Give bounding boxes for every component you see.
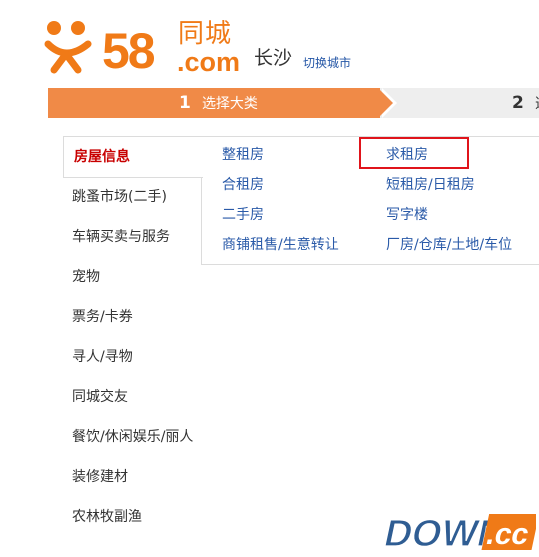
logo-number: 58 (102, 23, 156, 79)
step-1-number: 1 (179, 93, 191, 113)
category-list: 房屋信息 跳蚤市场(二手) 车辆买卖与服务 宠物 票务/卡券 寻人/寻物 同城交… (63, 136, 203, 525)
step-arrow-icon (378, 88, 393, 118)
category-item-agriculture[interactable]: 农林牧副渔 (72, 508, 142, 526)
category-item-housing[interactable]: 房屋信息 (63, 136, 203, 178)
category-item-vehicles[interactable]: 车辆买卖与服务 (72, 228, 170, 246)
step-2-number: 2 (512, 93, 524, 113)
watermark-suffix: .cc (483, 518, 532, 551)
category-item-dining[interactable]: 餐饮/休闲娱乐/丽人 (72, 428, 193, 446)
down-cc-watermark-logo: DOWN .cc (380, 512, 536, 552)
subcategory-shop-transfer[interactable]: 商铺租售/生意转让 (222, 236, 339, 254)
category-item-tickets[interactable]: 票务/卡券 (72, 308, 133, 326)
step-2: 2 选 (512, 88, 539, 118)
switch-city-link[interactable]: 切换城市 (303, 56, 351, 70)
category-item-lost-found[interactable]: 寻人/寻物 (72, 348, 133, 366)
category-item-dating[interactable]: 同城交友 (72, 388, 128, 406)
subcategory-second-hand-house[interactable]: 二手房 (222, 206, 264, 224)
subcategory-short-rent[interactable]: 短租房/日租房 (386, 176, 475, 194)
step-1-active: 1 选择大类 (48, 88, 380, 118)
category-item-decoration[interactable]: 装修建材 (72, 468, 128, 486)
subcategory-factory-land[interactable]: 厂房/仓库/土地/车位 (386, 236, 512, 254)
subcategory-office[interactable]: 写字楼 (386, 206, 428, 224)
category-item-flea-market[interactable]: 跳蚤市场(二手) (72, 188, 167, 206)
current-city: 长沙 (254, 47, 293, 69)
step-1-label: 选择大类 (201, 96, 258, 112)
subcategory-whole-rent[interactable]: 整租房 (222, 146, 264, 164)
logo-chinese: 同城 (178, 19, 233, 49)
smiley-logo-icon (44, 21, 92, 74)
category-label: 房屋信息 (74, 149, 130, 165)
subcategory-shared-rent[interactable]: 合租房 (222, 176, 264, 194)
step-progress-bar: 1 选择大类 2 选 (48, 88, 539, 118)
site-logo[interactable]: 58 同城 .com (44, 14, 241, 79)
logo-domain: .com (177, 47, 241, 77)
category-item-pets[interactable]: 宠物 (72, 268, 100, 286)
step-2-label: 选 (535, 96, 539, 112)
highlight-box (359, 137, 469, 169)
